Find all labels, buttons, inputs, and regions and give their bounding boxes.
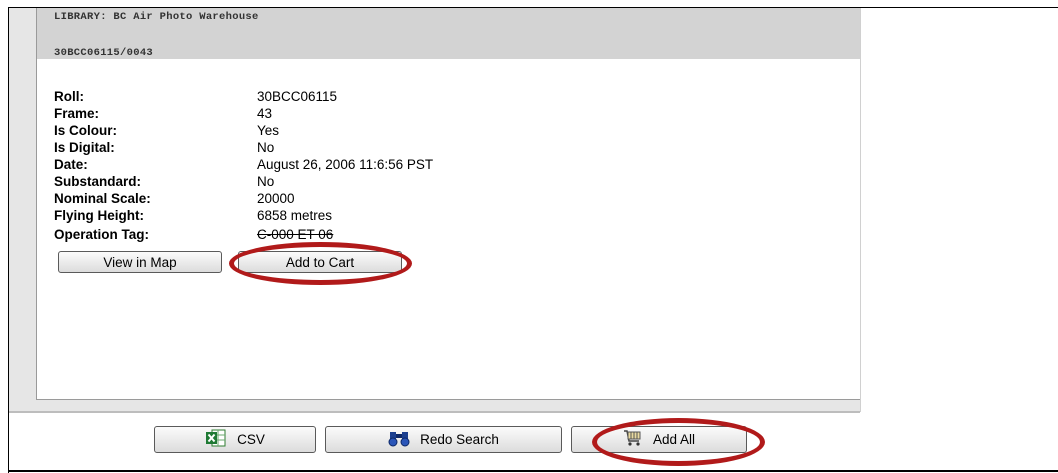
add-all-button[interactable]: Add All	[571, 426, 747, 453]
field-label-substandard: Substandard:	[54, 174, 142, 189]
record-id: 30BCC06115/0043	[54, 47, 154, 59]
field-label-is-digital: Is Digital:	[54, 140, 115, 155]
cart-icon	[623, 429, 643, 450]
view-in-map-label: View in Map	[103, 254, 177, 270]
add-to-cart-label: Add to Cart	[285, 254, 355, 270]
field-value-roll: 30BCC06115	[257, 89, 338, 104]
panel-right-edge	[860, 8, 861, 412]
footer-divider	[9, 411, 860, 413]
library-title: LIBRARY: BC Air Photo Warehouse	[54, 11, 259, 23]
csv-export-button[interactable]: CSV	[154, 426, 316, 453]
add-to-cart-button[interactable]: Add to Cart	[238, 251, 402, 273]
field-value-frame: 43	[257, 106, 273, 121]
field-value-is-colour: Yes	[257, 123, 280, 138]
page-bottom-border	[8, 470, 1058, 472]
field-label-date: Date:	[54, 157, 88, 172]
field-label-is-colour: Is Colour:	[54, 123, 117, 138]
field-label-roll: Roll:	[54, 89, 84, 104]
field-label-flying-height: Flying Height:	[54, 208, 144, 223]
field-value-flying-height: 6858 metres	[257, 208, 333, 223]
redo-search-button[interactable]: Redo Search	[325, 426, 562, 453]
field-value-operation-tag: C-000 ET 06	[257, 227, 334, 242]
panel-gutter	[9, 8, 36, 411]
redo-search-label: Redo Search	[420, 432, 499, 447]
panel-bottom-strip	[9, 400, 860, 411]
field-label-frame: Frame:	[54, 106, 100, 121]
field-value-is-digital: No	[257, 140, 275, 155]
view-in-map-button[interactable]: View in Map	[58, 251, 222, 273]
field-value-substandard: No	[257, 174, 275, 189]
add-all-label: Add All	[652, 432, 696, 447]
field-label-nominal-scale: Nominal Scale:	[54, 191, 151, 206]
field-value-date: August 26, 2006 11:6:56 PST	[257, 157, 434, 172]
field-value-nominal-scale: 20000	[257, 191, 295, 206]
csv-label: CSV	[237, 432, 265, 447]
field-label-operation-tag: Operation Tag:	[54, 227, 150, 242]
results-panel	[36, 8, 860, 400]
excel-icon	[205, 429, 227, 450]
binoculars-icon	[388, 429, 410, 450]
